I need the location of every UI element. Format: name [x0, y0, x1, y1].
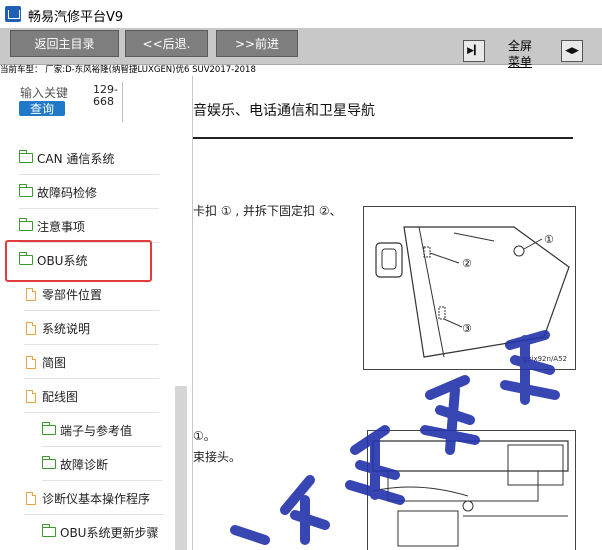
tree-item-label: OBU系统更新步骤 [60, 525, 159, 540]
document-icon [26, 355, 36, 369]
tree-item[interactable]: 故障码检修 [19, 175, 159, 209]
tree-item[interactable]: 配线图 [24, 379, 159, 413]
tree-item[interactable]: 系统说明 [24, 311, 159, 345]
content-pane: 音娱乐、电话通信和卫星导航 卡扣 ① , 并拆下固定扣 ②、 ② ① ③ gpi… [193, 76, 602, 550]
toolbar: 返回主目录 <<后退. >>前进 ▶▎ 全屏 菜单 ◀▶ [0, 28, 602, 69]
instruction-text: 卡扣 ① , 并拆下固定扣 ②、 [193, 204, 342, 218]
arrows-lr-icon: ◀▶ [565, 45, 579, 56]
fullscreen-menu[interactable]: 全屏 菜单 [503, 38, 537, 70]
back-button[interactable]: <<后退. [125, 30, 208, 57]
folder-icon [42, 422, 56, 435]
folder-icon [19, 150, 33, 163]
tree-item[interactable]: OBU系统更新步骤 [42, 515, 172, 549]
page-range: 129- 668 [93, 84, 118, 108]
divider [193, 137, 573, 139]
section-title: 音娱乐、电话通信和卫星导航 [193, 103, 375, 119]
expand-panel-button[interactable]: ◀▶ [561, 40, 583, 62]
callout-3: ③ [462, 322, 472, 335]
tree-item[interactable]: 端子与参考值 [42, 413, 162, 447]
callout-1: ① [544, 233, 554, 246]
document-icon [26, 287, 36, 301]
divider [122, 82, 123, 122]
tree-item[interactable]: 故障诊断 [42, 447, 162, 481]
query-button[interactable]: 查询 [19, 101, 65, 116]
folder-icon [19, 218, 33, 231]
tree-item-label: 简图 [42, 355, 67, 370]
diagram-figure: ② ① ③ gpix92n/A52 [363, 206, 576, 370]
tree-item-label: CAN 通信系统 [37, 151, 115, 166]
home-button[interactable]: 返回主目录 [10, 30, 119, 57]
range-end: 668 [93, 95, 114, 108]
sidebar: 输入关键 查询 129- 668 CAN 通信系统 故障码检修 注意事项 OBU… [0, 76, 193, 550]
document-icon [26, 321, 36, 335]
arrow-right-icon: ▶▎ [467, 45, 481, 56]
tree-item-label: 零部件位置 [42, 287, 103, 302]
diagram-figure [367, 430, 576, 550]
tree-item-label: 注意事项 [37, 219, 86, 234]
tree-item-label: 系统说明 [42, 321, 91, 336]
diagram-drawing: ② ① ③ [375, 226, 570, 358]
instruction-text: 束接头。 [193, 450, 242, 464]
instruction-text: ①。 [193, 429, 216, 443]
tree-item[interactable]: 简图 [24, 345, 159, 379]
tree-item-label: 故障诊断 [60, 457, 109, 472]
vehicle-info: 当前车型： 厂家:D-东风裕隆(纳智捷LUXGEN)优6 SUV2017-201… [0, 65, 256, 75]
app-icon [5, 6, 21, 22]
tree-item[interactable]: 零部件位置 [24, 277, 159, 311]
tree-item-label: 诊断仪基本操作程序 [42, 491, 151, 506]
tree-item-label: 故障码检修 [37, 185, 98, 200]
folder-icon [42, 524, 56, 537]
selection-highlight [5, 240, 152, 282]
sidebar-scrollbar[interactable] [175, 386, 187, 550]
forward-button[interactable]: >>前进 [216, 30, 298, 57]
collapse-panel-button[interactable]: ▶▎ [463, 40, 485, 62]
tree-item[interactable]: 注意事项 [19, 209, 159, 243]
tree-item-label: 配线图 [42, 389, 79, 404]
window-title: 畅易汽修平台V9 [28, 10, 124, 25]
folder-icon [19, 184, 33, 197]
fullscreen-label: 全屏 [507, 39, 532, 53]
tree-item-label: 端子与参考值 [60, 423, 133, 438]
diagram-drawing [372, 440, 569, 547]
search-input[interactable]: 输入关键 [20, 84, 70, 101]
tree-item[interactable]: 诊断仪基本操作程序 [24, 481, 164, 515]
document-icon [26, 491, 36, 505]
folder-icon [42, 456, 56, 469]
document-icon [26, 389, 36, 403]
callout-2: ② [462, 257, 472, 270]
title-bar: 畅易汽修平台V9 [0, 0, 602, 28]
figure-code: gpix92n/A52 [522, 355, 567, 363]
menu-label[interactable]: 菜单 [503, 54, 537, 70]
tree-item[interactable]: CAN 通信系统 [19, 141, 159, 175]
